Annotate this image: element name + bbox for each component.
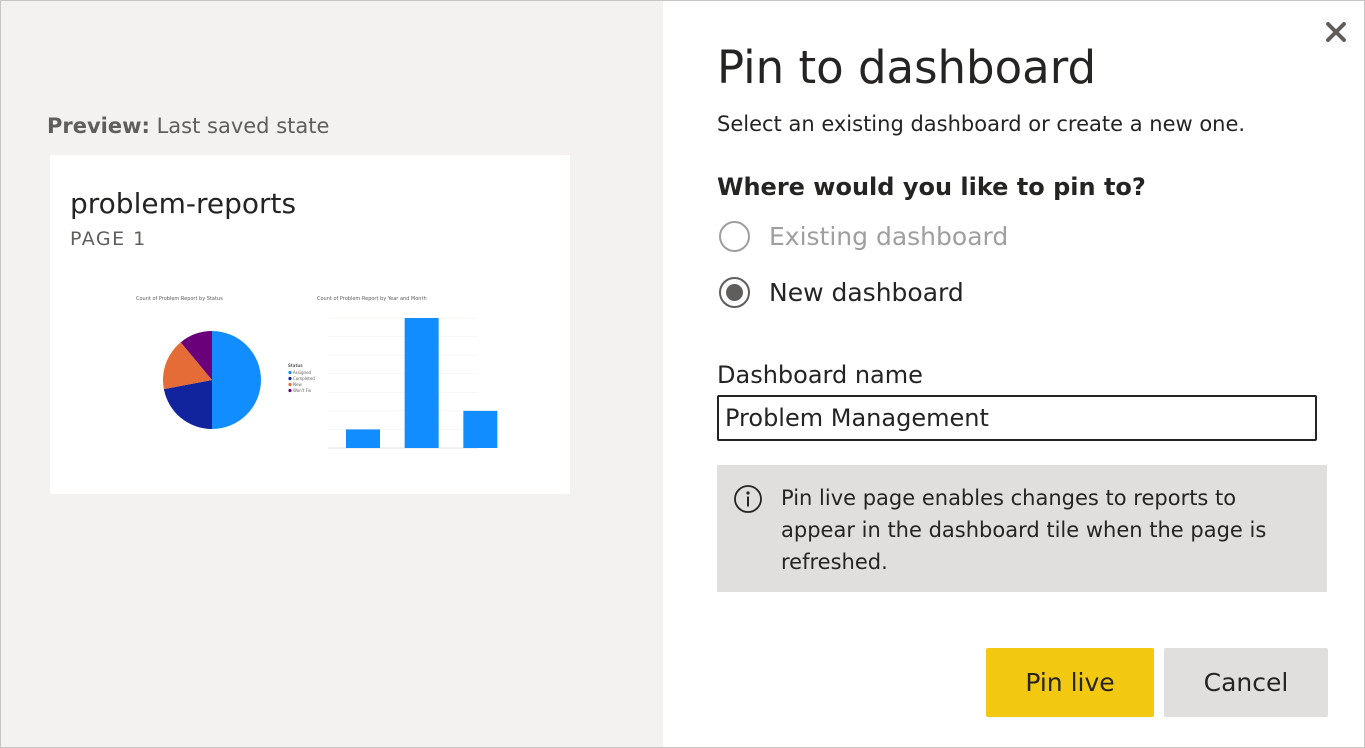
legend-swatch xyxy=(288,388,292,393)
new-dashboard-option[interactable]: New dashboard xyxy=(719,275,964,309)
pin-to-dashboard-dialog: Preview: Last saved state problem-report… xyxy=(0,0,1365,748)
pie-slice xyxy=(212,331,261,429)
legend-item: New xyxy=(293,382,302,387)
close-icon xyxy=(1326,22,1346,42)
info-box: Pin live page enables changes to reports… xyxy=(717,465,1327,592)
existing-dashboard-option[interactable]: Existing dashboard xyxy=(719,219,1008,253)
bar xyxy=(346,429,380,448)
close-button[interactable] xyxy=(1319,15,1353,49)
pie-chart xyxy=(163,331,261,429)
legend-item: Completed xyxy=(293,376,315,381)
bar xyxy=(463,410,498,448)
preview-pane: Preview: Last saved state problem-report… xyxy=(1,1,663,747)
preview-state: Last saved state xyxy=(156,114,330,138)
report-preview-card: problem-reports PAGE 1 Count of Problem … xyxy=(50,155,570,494)
existing-dashboard-label: Existing dashboard xyxy=(769,221,1009,251)
legend-swatch xyxy=(288,376,292,381)
preview-header: Preview: Last saved state xyxy=(47,114,329,138)
dialog-title: Pin to dashboard xyxy=(717,41,1097,94)
legend-swatch xyxy=(288,382,292,387)
dashboard-name-input[interactable] xyxy=(717,395,1317,441)
radio-selected-dot xyxy=(726,283,743,301)
pin-live-button[interactable]: Pin live xyxy=(986,648,1154,717)
cancel-button[interactable]: Cancel xyxy=(1164,648,1328,717)
legend-title: Status xyxy=(288,363,303,368)
info-text: Pin live page enables changes to reports… xyxy=(781,486,1267,574)
existing-dashboard-radio[interactable] xyxy=(719,220,750,252)
bar-chart xyxy=(328,317,498,449)
legend-swatch xyxy=(288,370,292,375)
info-icon xyxy=(734,485,762,513)
bar xyxy=(404,318,439,448)
legend-item: Won't Fix xyxy=(293,388,312,393)
dashboard-name-label: Dashboard name xyxy=(717,361,923,389)
pie-legend: Status AssignedCompletedNewWon't Fix xyxy=(288,363,315,393)
new-dashboard-label: New dashboard xyxy=(769,277,964,307)
dialog-subtitle: Select an existing dashboard or create a… xyxy=(717,112,1246,136)
chart-thumbnails: Status AssignedCompletedNewWon't Fix xyxy=(163,317,498,449)
new-dashboard-radio[interactable] xyxy=(719,276,750,308)
preview-label: Preview: xyxy=(47,114,150,138)
legend-item: Assigned xyxy=(293,370,312,375)
pin-target-question: Where would you like to pin to? xyxy=(717,173,1146,201)
